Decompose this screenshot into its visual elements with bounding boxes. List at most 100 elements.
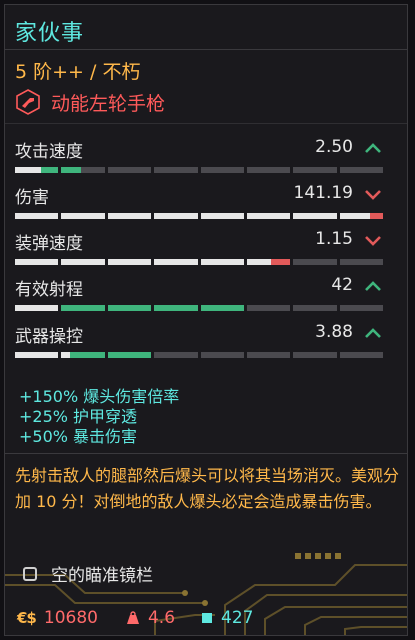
stat-label: 有效射程 bbox=[15, 280, 83, 300]
stat-bar-segment bbox=[293, 259, 337, 265]
stat-bar-base-fill bbox=[107, 259, 152, 265]
stat-bar-delta-fill bbox=[61, 167, 81, 173]
weight-value: 4.6 bbox=[147, 608, 176, 628]
stat-bar-segment bbox=[246, 213, 291, 219]
scope-mod-slot[interactable]: 空的瞄准镜栏 bbox=[23, 561, 153, 586]
stat-bar-segment bbox=[15, 352, 59, 358]
stat-bar-base-fill bbox=[293, 213, 337, 219]
item-footer: €$ 10680 4.6 427 bbox=[17, 608, 253, 628]
stat-bar-segment bbox=[154, 259, 198, 265]
stat-bar bbox=[15, 259, 383, 265]
stat-bar-delta-fill bbox=[41, 167, 59, 173]
stat-bar-segment bbox=[339, 259, 383, 265]
stat-bar-base-fill bbox=[61, 259, 105, 265]
stat-bar-base-fill bbox=[61, 352, 71, 358]
stat-bar-delta-fill bbox=[369, 213, 383, 219]
weapon-type-row: 动能左轮手枪 bbox=[15, 87, 165, 117]
stat-bar-delta-fill bbox=[200, 305, 244, 311]
stat-bar-segment bbox=[293, 213, 337, 219]
chevron-up-icon bbox=[365, 143, 381, 153]
stat-bar-segment bbox=[200, 305, 244, 311]
stat-bar-delta-fill bbox=[61, 305, 105, 311]
stat-bar-segment bbox=[200, 167, 244, 173]
stat-bar-segment bbox=[339, 352, 383, 358]
chevron-down-icon bbox=[365, 236, 381, 246]
stat-bar-segment bbox=[107, 167, 152, 173]
stat-bar-segment bbox=[200, 352, 244, 358]
item-description: 先射击敌人的腿部然后爆头可以将其当场消灭。美观分加 10 分！对倒地的敌人爆头必… bbox=[15, 466, 400, 511]
stat-bar-base-fill bbox=[246, 259, 271, 265]
stat-bar bbox=[15, 167, 383, 173]
item-tier: 5 阶++ / 不朽 bbox=[15, 61, 141, 83]
stat-bar-base-fill bbox=[15, 352, 59, 358]
stat-value: 141.19 bbox=[293, 183, 353, 203]
stat-bar-base-fill bbox=[246, 213, 291, 219]
bonus-line: +50% 暴击伤害 bbox=[19, 427, 138, 446]
stats-divider bbox=[5, 123, 407, 124]
bonus-list: +150% 爆头伤害倍率 +25% 护甲穿透 +50% 暴击伤害 bbox=[19, 387, 179, 447]
stat-value: 42 bbox=[331, 275, 353, 295]
stat-bar-base-fill bbox=[107, 213, 152, 219]
stat-bar-segment bbox=[246, 352, 291, 358]
stat-bar-segment bbox=[154, 213, 198, 219]
stat-row: 装弹速度 1.15 bbox=[15, 229, 383, 277]
stat-bar bbox=[15, 213, 383, 219]
stat-bar-segment bbox=[154, 167, 198, 173]
item-title: 家伙事 bbox=[15, 21, 85, 46]
stat-bar-segment bbox=[246, 259, 291, 265]
stat-bar-segment bbox=[154, 352, 198, 358]
mod-slot-checkbox[interactable] bbox=[23, 566, 37, 581]
stat-label: 伤害 bbox=[15, 188, 49, 208]
stat-bar-delta-fill bbox=[270, 259, 291, 265]
price-value: 10680 bbox=[43, 608, 98, 628]
stat-bar-segment bbox=[15, 305, 59, 311]
stat-bar-segment bbox=[293, 167, 337, 173]
stat-bar-base-fill bbox=[61, 213, 105, 219]
stat-bar-segment bbox=[293, 352, 337, 358]
weapon-type-label: 动能左轮手枪 bbox=[51, 92, 166, 115]
stat-bar bbox=[15, 352, 383, 358]
stat-bar-segment bbox=[61, 213, 105, 219]
stat-row: 伤害 141.19 bbox=[15, 183, 383, 231]
stat-bar-base-fill bbox=[339, 213, 370, 219]
stat-bar-segment bbox=[154, 305, 198, 311]
bonus-divider bbox=[5, 453, 407, 454]
stat-bar-base-fill bbox=[15, 167, 42, 173]
stat-bar-segment bbox=[246, 305, 291, 311]
stat-bar-segment bbox=[246, 167, 291, 173]
stat-bar-segment bbox=[61, 352, 105, 358]
stat-row: 攻击速度 2.50 bbox=[15, 137, 383, 185]
stat-bar-segment bbox=[15, 213, 59, 219]
chevron-up-icon bbox=[365, 328, 381, 338]
stat-bar-base-fill bbox=[154, 213, 198, 219]
stat-bar-segment bbox=[61, 305, 105, 311]
stat-bar-segment bbox=[339, 213, 383, 219]
stat-bar-segment bbox=[107, 259, 152, 265]
stat-row: 有效射程 42 bbox=[15, 275, 383, 323]
stat-bar bbox=[15, 305, 383, 311]
weight-icon bbox=[126, 611, 139, 624]
stat-bar-segment bbox=[200, 259, 244, 265]
chevron-down-icon bbox=[365, 190, 381, 200]
revolver-icon bbox=[16, 89, 40, 115]
stat-bar-base-fill bbox=[154, 259, 198, 265]
stat-bar-delta-fill bbox=[70, 352, 105, 358]
stat-bar-base-fill bbox=[15, 259, 59, 265]
mod-slot-label: 空的瞄准镜栏 bbox=[51, 566, 153, 586]
stat-bar-base-fill bbox=[200, 259, 244, 265]
stat-bar-base-fill bbox=[15, 213, 59, 219]
stat-bar-segment bbox=[200, 213, 244, 219]
component-icon bbox=[202, 613, 213, 623]
stat-bar-segment bbox=[15, 259, 59, 265]
stat-label: 武器操控 bbox=[15, 327, 83, 347]
stat-bar-segment bbox=[293, 305, 337, 311]
stat-bar-segment bbox=[339, 305, 383, 311]
chevron-up-icon bbox=[365, 281, 381, 291]
stat-label: 装弹速度 bbox=[15, 234, 83, 254]
stat-bar-segment bbox=[107, 305, 152, 311]
stat-bar-delta-fill bbox=[154, 305, 198, 311]
stat-bar-segment bbox=[339, 167, 383, 173]
stat-value: 3.88 bbox=[315, 322, 353, 342]
components-value: 427 bbox=[221, 608, 254, 628]
stat-bar-segment bbox=[107, 213, 152, 219]
